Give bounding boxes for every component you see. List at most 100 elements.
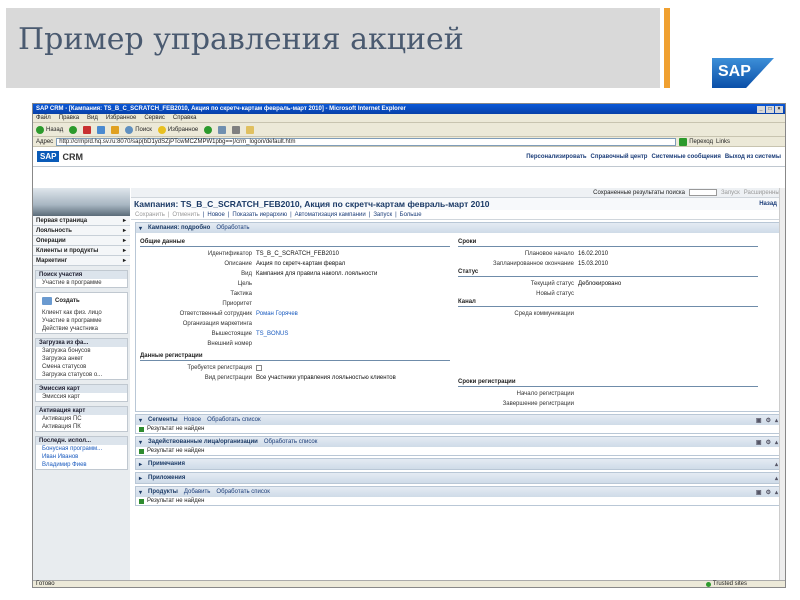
menu-tools[interactable]: Сервис [144,115,165,121]
more-button[interactable]: Больше [400,212,422,218]
print-icon[interactable] [232,125,241,134]
saved-results-select[interactable] [688,189,717,196]
vertical-scrollbar[interactable] [779,188,785,583]
collapse-up-icon[interactable]: ▴ [775,439,778,446]
expand-icon[interactable]: ▸ [139,461,142,468]
screenshot-window: SAP CRM - [Кампания: TS_B_C_SCRATCH_FEB2… [32,103,786,588]
minimize-icon[interactable]: _ [757,105,765,113]
nav-item-operations[interactable]: Операции ▸ [33,236,130,246]
refresh-icon[interactable] [97,125,106,134]
attachments-header[interactable]: ▸ Приложения ▴ [136,473,782,483]
details-title: Кампания: подробно [148,225,211,231]
collapse-icon[interactable]: ▾ [139,225,142,232]
change-status-link[interactable]: Смена статусов [36,363,127,371]
responsible-link[interactable]: Роман Горячев [256,311,298,317]
collapse-icon[interactable]: ▾ [139,439,142,446]
search-participation-link[interactable]: Участие в программе [36,279,127,287]
menu-file[interactable]: Файл [36,115,51,121]
collapse-up-icon[interactable]: ▴ [775,461,778,468]
collapse-up-icon[interactable]: ▴ [775,475,778,482]
history-icon[interactable] [204,125,213,134]
launch-button[interactable]: Запуск [373,212,392,218]
go-button[interactable]: Переход [679,137,713,146]
create-item-action[interactable]: Действие участника [36,325,127,333]
mail-icon[interactable] [218,125,227,134]
start-button[interactable]: Запуск [721,190,740,196]
collapse-icon[interactable]: ▾ [139,489,142,496]
show-hierarchy-button[interactable]: Показать иерархию [232,212,287,218]
planned-start-value: 16.02.2010 [578,251,609,257]
chevron-right-icon: ▸ [122,248,126,254]
favorites-button[interactable]: Избранное [157,125,198,134]
settings-icon[interactable]: ⚙ [766,417,771,424]
recent-item[interactable]: Владимир Фиев [36,461,127,469]
nav-item-home[interactable]: Первая страница ▸ [33,216,130,226]
involved-header[interactable]: ▾ Задействованные лица/организации Обраб… [136,437,782,447]
upload-survey-link[interactable]: Загрузка анкет [36,355,127,363]
upload-bonus-link[interactable]: Загрузка бонусов [36,347,127,355]
nav-item-loyalty[interactable]: Лояльность ▸ [33,226,130,236]
collapse-icon[interactable]: ▾ [139,417,142,424]
upload-status-link[interactable]: Загрузка статусов о... [36,371,127,379]
collapse-up-icon[interactable]: ▴ [775,489,778,496]
menu-favorites[interactable]: Избранное [106,115,136,121]
help-center-link[interactable]: Справочный центр [591,154,648,160]
home-icon[interactable] [111,125,120,134]
header-image [33,188,130,216]
field-label: Текущий статус [530,281,574,287]
registration-required-checkbox[interactable] [256,365,262,371]
products-add-button[interactable]: Добавить [184,489,211,495]
products-header[interactable]: ▾ Продукты Добавить Обработать список ▣ ⚙… [136,487,782,497]
saved-results-dropdown[interactable]: Сохраненные результаты поиска [593,190,685,196]
cancel-button[interactable]: Отменить [172,212,199,218]
nav-label: Операции [36,237,66,244]
recent-item[interactable]: Иван Иванов [36,453,127,461]
create-button[interactable]: Создать [40,295,123,307]
links-button[interactable]: Links [716,139,730,145]
recent-item[interactable]: Бонусная программ... [36,445,127,453]
activate-ps-link[interactable]: Активация ПС [36,415,127,423]
logoff-link[interactable]: Выход из системы [725,154,781,160]
search-button[interactable]: Поиск [125,125,152,134]
system-messages-link[interactable]: Системные сообщения [651,154,720,160]
personalize-link[interactable]: Персонализировать [526,154,586,160]
activate-pk-link[interactable]: Активация ПК [36,423,127,431]
menu-view[interactable]: Вид [87,115,98,121]
menu-edit[interactable]: Правка [59,115,79,121]
address-input[interactable]: http://crmprd.hq.sv.ru:8070/sap(bD1ydSZj… [56,137,677,146]
details-panel-header[interactable]: ▾ Кампания: подробно Обработать [136,223,782,233]
details-edit-button[interactable]: Обработать [216,225,249,231]
involved-edit-list-button[interactable]: Обработать список [264,439,317,445]
stop-icon[interactable] [83,125,92,134]
issue-cards-link[interactable]: Эмиссия карт [36,393,127,401]
back-nav-button[interactable]: Назад [759,201,777,208]
table-icon[interactable]: ▣ [756,417,762,424]
notes-header[interactable]: ▸ Примечания ▴ [136,459,782,469]
save-button[interactable]: Сохранить [135,212,165,218]
settings-icon[interactable]: ⚙ [766,489,771,496]
products-edit-list-button[interactable]: Обработать список [216,489,269,495]
nav-item-clients[interactable]: Клиенты и продукты ▸ [33,246,130,256]
folder-icon[interactable] [246,125,255,134]
collapse-up-icon[interactable]: ▴ [775,417,778,424]
new-button[interactable]: Новое [207,212,224,218]
menu-help[interactable]: Справка [173,115,197,121]
segments-header[interactable]: ▾ Сегменты Новое Обработать список ▣ ⚙ ▴ [136,415,782,425]
maximize-icon[interactable]: □ [766,105,774,113]
segments-new-button[interactable]: Новое [184,417,201,423]
table-icon[interactable]: ▣ [756,439,762,446]
create-item-participation[interactable]: Участие в программе [36,317,127,325]
expand-icon[interactable]: ▸ [139,475,142,482]
close-icon[interactable]: × [775,105,783,113]
nav-item-marketing[interactable]: Маркетинг ▸ [33,256,130,266]
upload-box-header: Загрузка из фа... [36,339,127,347]
extended-button[interactable]: Расширенный [744,190,783,196]
create-item-person[interactable]: Клиент как физ. лицо [36,309,127,317]
settings-icon[interactable]: ⚙ [766,439,771,446]
parent-link[interactable]: TS_BONUS [256,331,288,337]
campaign-automation-button[interactable]: Автоматизация кампании [295,212,366,218]
segments-edit-list-button[interactable]: Обработать список [207,417,260,423]
table-icon[interactable]: ▣ [756,489,762,496]
forward-icon[interactable] [69,125,78,134]
back-button[interactable]: Назад [36,125,63,134]
